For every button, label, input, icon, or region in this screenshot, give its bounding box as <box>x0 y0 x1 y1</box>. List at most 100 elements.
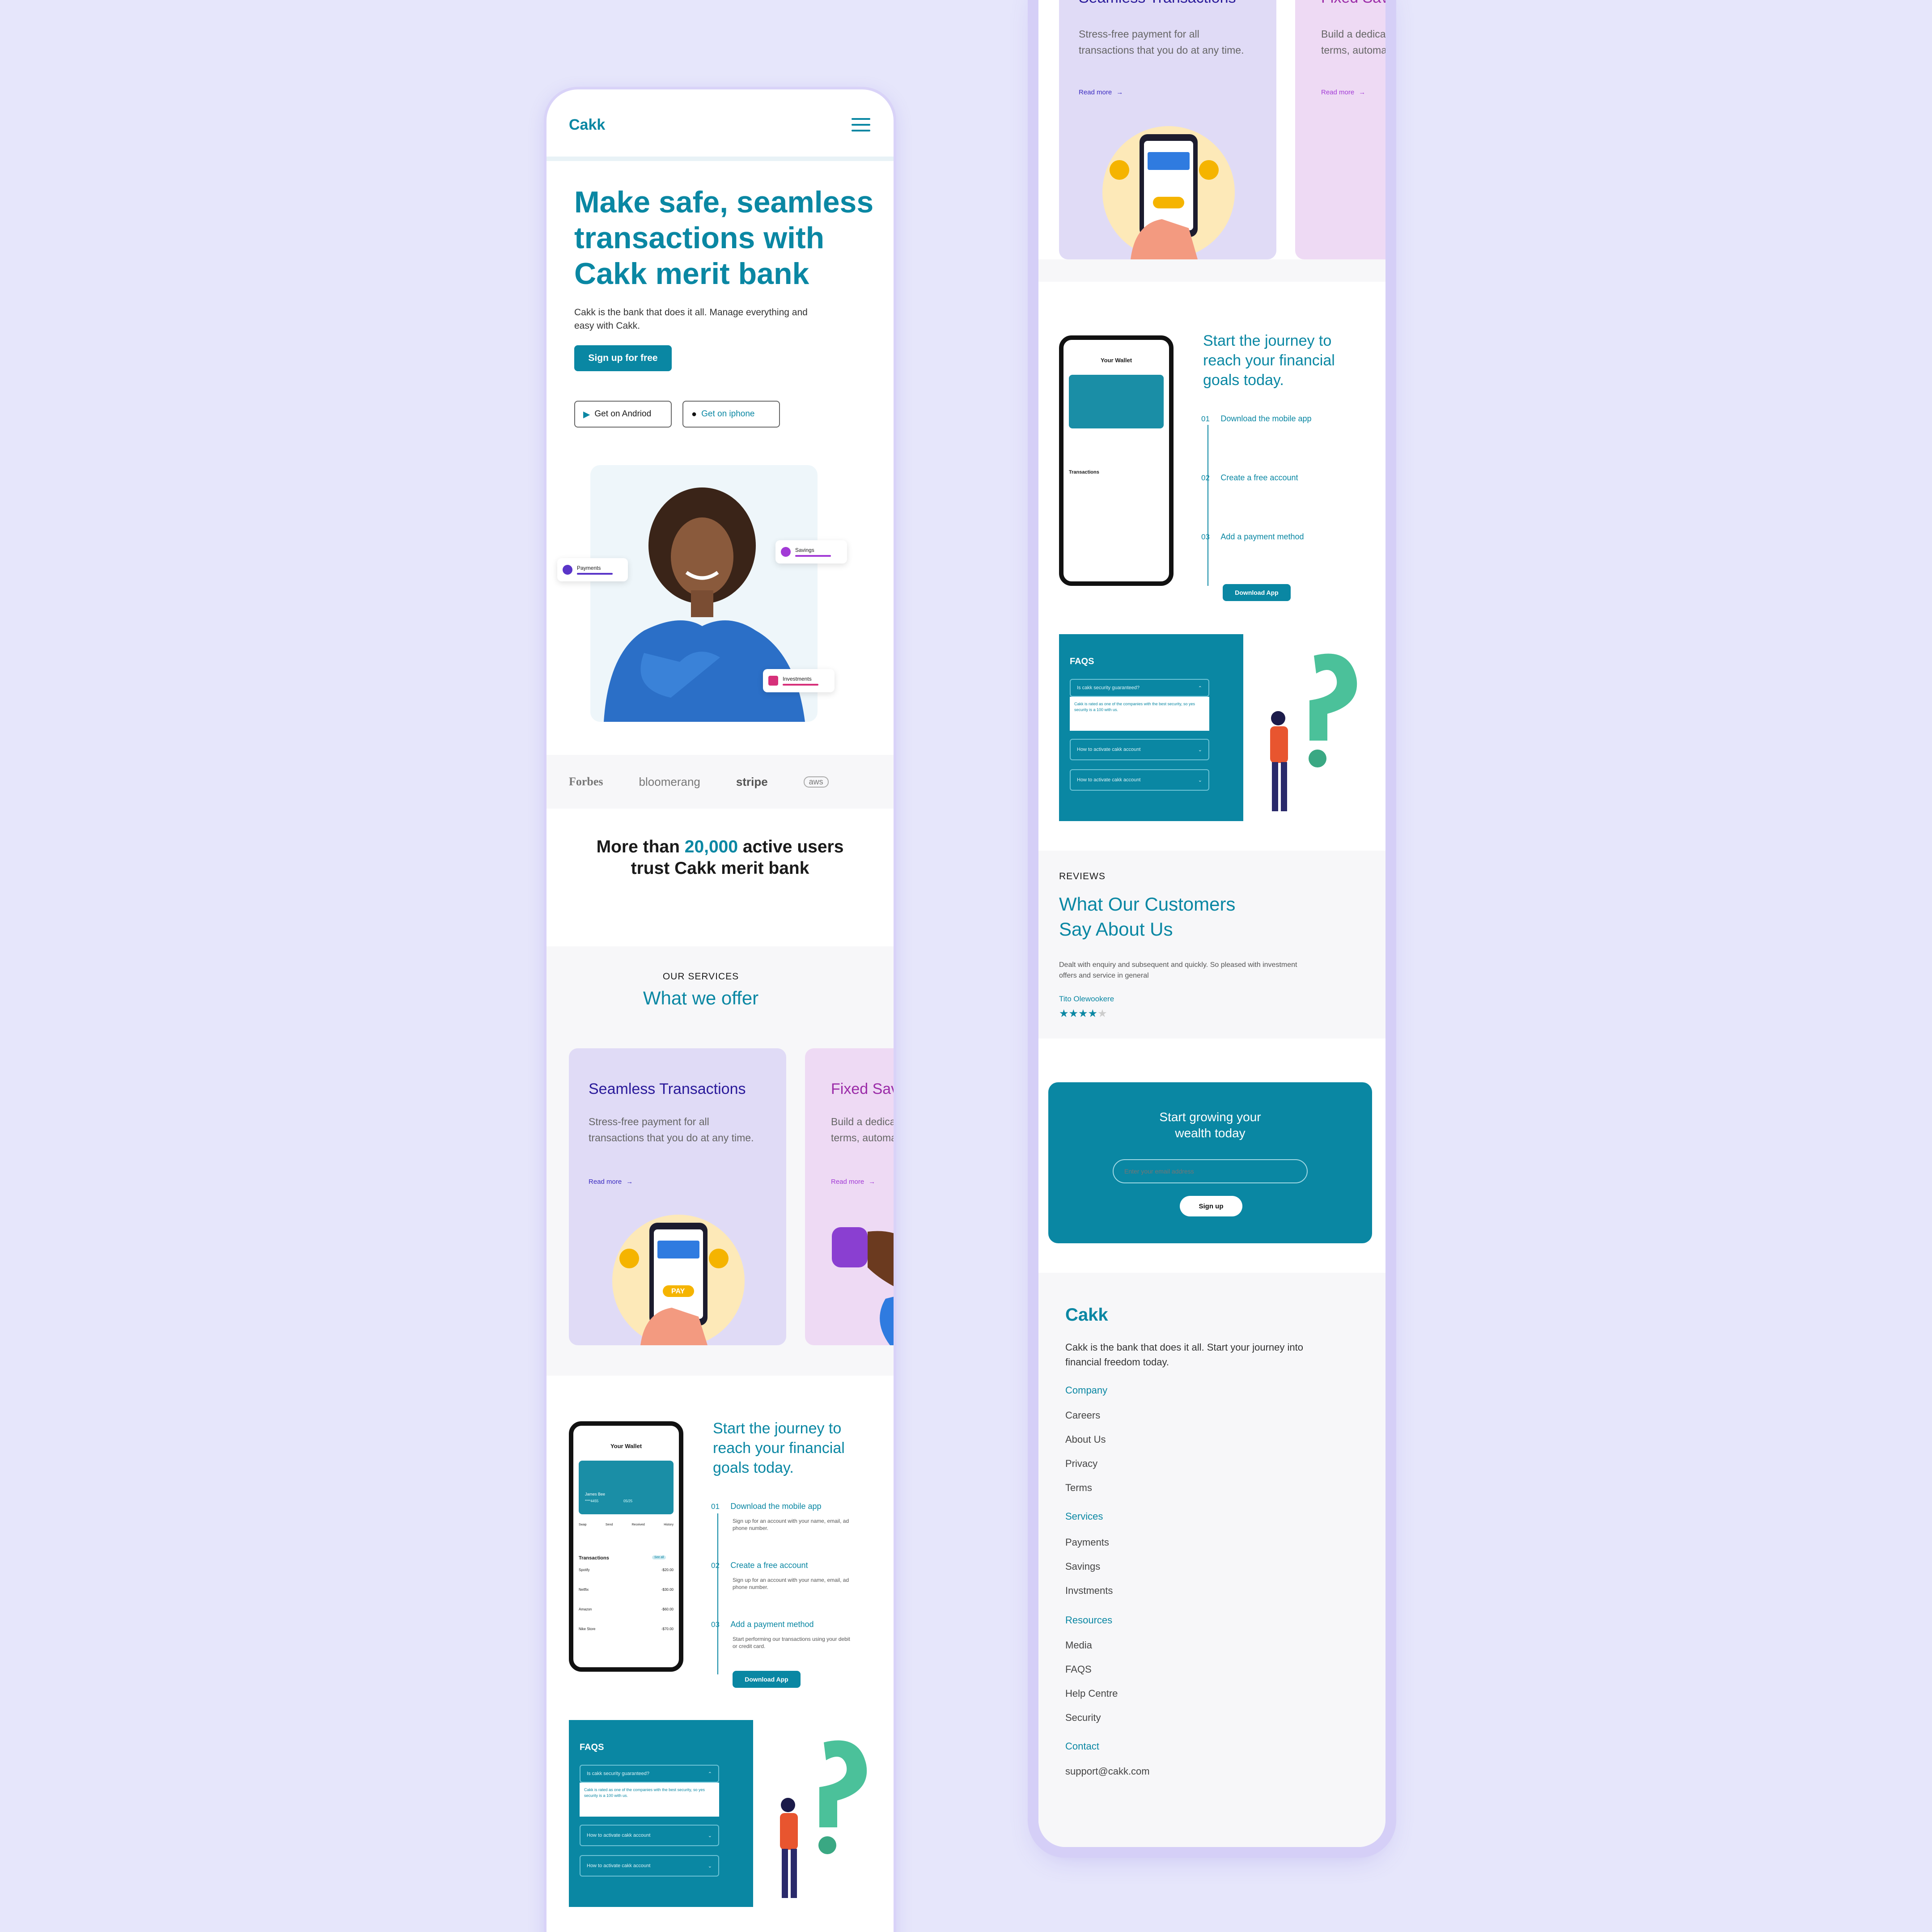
read-more-fixed-savings[interactable]: Read more → <box>1321 89 1365 96</box>
footer-contact-email[interactable]: support@cakk.com <box>1065 1766 1150 1777</box>
services-bottom-strip <box>1038 259 1385 282</box>
faq-title: FAQS <box>580 1742 604 1752</box>
transactions-label: Transactions <box>579 1555 609 1561</box>
review-quote: Dealt with enquiry and subsequent and qu… <box>1059 961 1297 979</box>
service-title-fixed-savings: Fixed Savings <box>831 1080 894 1097</box>
savings-chip: Savings <box>775 540 847 564</box>
cta-signup-button[interactable]: Sign up <box>1180 1196 1242 1216</box>
wallet-card <box>1069 375 1164 428</box>
footer-link-help[interactable]: Help Centre <box>1065 1688 1118 1699</box>
transaction-row[interactable]: Nike Store -$70.00 <box>579 1627 674 1647</box>
send-action[interactable]: Send <box>606 1523 613 1526</box>
card-number: ****4455 <box>585 1499 599 1503</box>
chevron-down-icon: ⌄ <box>1198 777 1202 783</box>
wallet-actions: Swap Send Received History <box>579 1523 674 1526</box>
faq-question-3[interactable]: How to activate cakk account ⌄ <box>580 1855 719 1877</box>
pay-phone-illustration <box>1102 126 1235 259</box>
reviews-section: REVIEWS What Our Customers Say About Us … <box>1038 851 1385 1038</box>
faq-question-2[interactable]: How to activate cakk account ⌄ <box>580 1825 719 1846</box>
reviews-title: What Our Customers Say About Us <box>1059 894 1236 940</box>
service-card-transactions-r[interactable]: Seamless Transactions Stress-free paymen… <box>1059 0 1276 259</box>
download-app-button[interactable]: Download App <box>1223 584 1291 601</box>
android-download-button[interactable]: ▶ Get on Andriod <box>574 401 672 428</box>
faq-answer-1: Cakk is rated as one of the companies wi… <box>1070 697 1209 731</box>
step-3: 03 Add a payment method <box>1201 532 1371 542</box>
email-input[interactable] <box>1113 1159 1308 1183</box>
star-filled-icon: ★ <box>1068 1008 1079 1020</box>
swap-action[interactable]: Swap <box>579 1523 587 1526</box>
question-person-illustration <box>1270 653 1357 811</box>
step-heading: Add a payment method <box>730 1620 814 1629</box>
faq-panel-r: FAQS Is cakk security guaranteed? ⌃ Cakk … <box>1059 634 1243 821</box>
steps-timeline-line <box>717 1513 718 1674</box>
reviews-eyebrow: REVIEWS <box>1059 871 1106 881</box>
step-3: 03 Add a payment method Start performing… <box>711 1620 881 1650</box>
step-heading: Add a payment method <box>1220 532 1304 541</box>
footer-link-privacy[interactable]: Privacy <box>1065 1458 1097 1470</box>
footer-link-media[interactable]: Media <box>1065 1640 1092 1651</box>
hamburger-icon[interactable] <box>852 118 870 136</box>
history-action[interactable]: History <box>664 1523 674 1526</box>
received-action[interactable]: Received <box>632 1523 645 1526</box>
star-filled-icon: ★ <box>1059 1008 1069 1020</box>
footer-logo[interactable]: Cakk <box>1065 1305 1108 1325</box>
service-card-transactions[interactable]: Seamless Transactions Stress-free paymen… <box>569 1048 786 1345</box>
transaction-row[interactable]: Netflix -$30.00 <box>579 1588 674 1607</box>
service-card-fixed-savings-r[interactable]: Fixed Savings Build a dedicated savings … <box>1295 0 1385 259</box>
step-number: 02 <box>711 1561 720 1570</box>
hero-title: Make safe, seamless transactions with Ca… <box>574 185 874 291</box>
faq-question-2[interactable]: How to activate cakk account ⌄ <box>1070 739 1209 760</box>
read-more-fixed-savings[interactable]: Read more → <box>831 1178 875 1186</box>
services-section: OUR SERVICES What we offer Seamless Tran… <box>547 946 894 1376</box>
read-more-transactions[interactable]: Read more → <box>1079 89 1123 96</box>
read-more-label: Read more <box>1321 89 1355 96</box>
service-title-transactions: Seamless Transactions <box>589 1080 746 1097</box>
step-text: Sign up for an account with your name, e… <box>733 1518 849 1531</box>
faq-title: FAQS <box>1070 657 1094 666</box>
faq-question-1[interactable]: Is cakk security guaranteed? ⌃ <box>580 1765 719 1783</box>
forbes-logo: Forbes <box>569 775 603 788</box>
footer-link-investments[interactable]: Invstments <box>1065 1585 1113 1597</box>
service-card-fixed-savings[interactable]: Fixed Savings Build a dedicated savings … <box>805 1048 894 1345</box>
savings-chip-label: Savings <box>795 547 814 553</box>
brand-logo[interactable]: Cakk <box>569 116 605 134</box>
footer-link-careers[interactable]: Careers <box>1065 1410 1100 1421</box>
step-heading: Create a free account <box>730 1561 808 1570</box>
faq-question-3[interactable]: How to activate cakk account ⌄ <box>1070 769 1209 791</box>
step-heading: Download the mobile app <box>730 1502 822 1511</box>
faq-question-1[interactable]: Is cakk security guaranteed? ⌃ <box>1070 679 1209 697</box>
footer-link-terms[interactable]: Terms <box>1065 1482 1092 1494</box>
cta-title: Start growing your wealth today <box>1159 1110 1261 1140</box>
play-store-icon: ▶ <box>583 409 590 419</box>
transaction-list: Spotify -$20.00 Netflix -$30.00 Amazon -$60… <box>579 1568 674 1647</box>
faq-question-text: Is cakk security guaranteed? <box>587 1771 650 1776</box>
wallet-title: Your Wallet <box>610 1443 642 1449</box>
step-heading: Create a free account <box>1220 473 1298 482</box>
arrow-right-icon: → <box>1359 89 1366 96</box>
download-app-button[interactable]: Download App <box>733 1671 801 1688</box>
step-2: 02 Create a free account Sign up for an … <box>711 1561 881 1591</box>
footer-link-security[interactable]: Security <box>1065 1712 1101 1724</box>
footer-link-faqs[interactable]: FAQS <box>1065 1664 1092 1675</box>
question-person-illustration <box>780 1740 867 1898</box>
iphone-download-button[interactable]: ● Get on iphone <box>682 401 780 428</box>
service-text-transactions: Stress-free payment for all transactions… <box>1079 28 1244 56</box>
footer-services-heading: Services <box>1065 1511 1103 1522</box>
see-all-link[interactable]: See all <box>652 1555 666 1559</box>
savings-icon <box>781 547 791 557</box>
signup-free-button[interactable]: Sign up for free <box>574 345 672 371</box>
footer-link-about[interactable]: About Us <box>1065 1434 1106 1445</box>
top-nav: Cakk <box>547 89 894 161</box>
transaction-row[interactable]: Spotify -$20.00 <box>579 1568 674 1588</box>
services-eyebrow: OUR SERVICES <box>662 971 739 982</box>
footer-link-savings[interactable]: Savings <box>1065 1561 1100 1572</box>
phone-frame-left: Cakk Make safe, seamless transactions wi… <box>547 89 894 1932</box>
transaction-row[interactable]: Amazon -$60.00 <box>579 1607 674 1627</box>
trust-statement: More than 20,000 active users trust Cakk… <box>591 836 849 879</box>
wallet-title: Your Wallet <box>1100 357 1132 364</box>
chevron-down-icon: ⌄ <box>708 1863 712 1869</box>
step-text: Sign up for an account with your name, e… <box>733 1577 849 1590</box>
footer-link-payments[interactable]: Payments <box>1065 1537 1109 1548</box>
star-empty-icon: ★ <box>1097 1008 1107 1020</box>
read-more-transactions[interactable]: Read more → <box>589 1178 633 1186</box>
